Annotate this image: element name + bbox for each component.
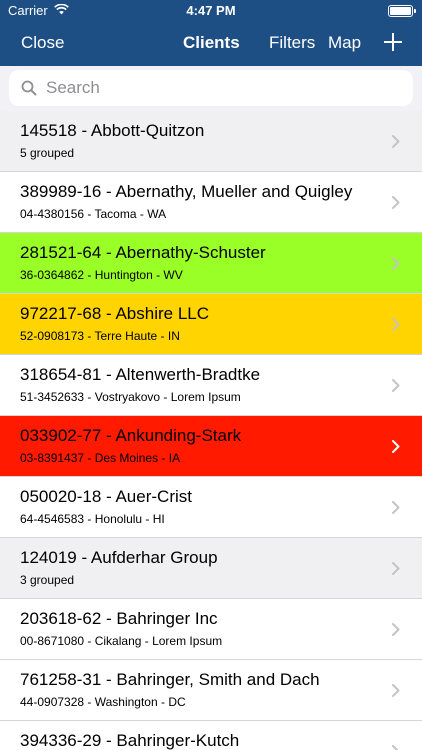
list-item[interactable]: 033902-77 - Ankunding-Stark 03-8391437 - … bbox=[0, 416, 422, 477]
battery-icon bbox=[388, 5, 416, 17]
search-box[interactable] bbox=[9, 70, 413, 106]
search-input[interactable] bbox=[46, 70, 406, 106]
chevron-right-icon bbox=[392, 745, 400, 750]
chevron-right-icon bbox=[392, 684, 400, 697]
list-item[interactable]: 318654-81 - Altenwerth-Bradtke 51-3452633… bbox=[0, 355, 422, 416]
close-button[interactable]: Close bbox=[21, 33, 64, 53]
list-item[interactable]: 124019 - Aufderhar Group 3 grouped bbox=[0, 538, 422, 599]
list-item[interactable]: 972217-68 - Abshire LLC 52-0908173 - Terr… bbox=[0, 294, 422, 355]
client-title: 050020-18 - Auer-Crist bbox=[20, 487, 192, 506]
client-subtitle: 00-8671080 - Cikalang - Lorem Ipsum bbox=[20, 634, 223, 648]
client-subtitle: 36-0364862 - Huntington - WV bbox=[20, 268, 183, 282]
chevron-right-icon bbox=[392, 135, 400, 148]
add-icon[interactable] bbox=[384, 32, 402, 52]
client-subtitle: 3 grouped bbox=[20, 573, 75, 587]
client-subtitle: 04-4380156 - Tacoma - WA bbox=[20, 207, 167, 221]
list-item[interactable]: 394336-29 - Bahringer-Kutch bbox=[0, 721, 422, 750]
client-subtitle: 44-0907328 - Washington - DC bbox=[20, 695, 186, 709]
filters-button[interactable]: Filters bbox=[269, 33, 315, 53]
list-item[interactable]: 145518 - Abbott-Quitzon 5 grouped bbox=[0, 111, 422, 172]
chevron-right-icon bbox=[392, 440, 400, 453]
status-time: 4:47 PM bbox=[186, 3, 236, 18]
client-title: 761258-31 - Bahringer, Smith and Dach bbox=[20, 670, 320, 689]
client-list: 145518 - Abbott-Quitzon 5 grouped 389989-1… bbox=[0, 111, 422, 750]
map-button[interactable]: Map bbox=[328, 33, 361, 53]
client-subtitle: 64-4546583 - Honolulu - HI bbox=[20, 512, 165, 526]
client-title: 033902-77 - Ankunding-Stark bbox=[20, 426, 242, 445]
nav-bar: Close Clients Filters Map bbox=[0, 22, 422, 66]
client-title: 318654-81 - Altenwerth-Bradtke bbox=[20, 365, 261, 384]
client-subtitle: 52-0908173 - Terre Haute - IN bbox=[20, 329, 180, 343]
chevron-right-icon bbox=[392, 623, 400, 636]
client-title: 389989-16 - Abernathy, Mueller and Quigl… bbox=[20, 182, 353, 201]
list-item[interactable]: 389989-16 - Abernathy, Mueller and Quigl… bbox=[0, 172, 422, 233]
chevron-right-icon bbox=[392, 318, 400, 331]
chevron-right-icon bbox=[392, 257, 400, 270]
chevron-right-icon bbox=[392, 379, 400, 392]
client-subtitle: 5 grouped bbox=[20, 146, 75, 160]
chevron-right-icon bbox=[392, 562, 400, 575]
page-title: Clients bbox=[183, 33, 240, 52]
chevron-right-icon bbox=[392, 196, 400, 209]
client-subtitle: 51-3452633 - Vostryakovo - Lorem Ipsum bbox=[20, 390, 241, 404]
search-icon bbox=[21, 80, 37, 96]
list-item[interactable]: 050020-18 - Auer-Crist 64-4546583 - Honol… bbox=[0, 477, 422, 538]
header: Carrier 4:47 PM Close Clients Filters Ma… bbox=[0, 0, 422, 66]
client-title: 124019 - Aufderhar Group bbox=[20, 548, 218, 567]
client-title: 972217-68 - Abshire LLC bbox=[20, 304, 210, 323]
client-title: 203618-62 - Bahringer Inc bbox=[20, 609, 218, 628]
client-title: 281521-64 - Abernathy-Schuster bbox=[20, 243, 266, 262]
list-item[interactable]: 281521-64 - Abernathy-Schuster 36-0364862… bbox=[0, 233, 422, 294]
list-item[interactable]: 761258-31 - Bahringer, Smith and Dach 44-… bbox=[0, 660, 422, 721]
list-item[interactable]: 203618-62 - Bahringer Inc 00-8671080 - Ci… bbox=[0, 599, 422, 660]
client-title: 145518 - Abbott-Quitzon bbox=[20, 121, 205, 140]
chevron-right-icon bbox=[392, 501, 400, 514]
status-bar: Carrier 4:47 PM bbox=[0, 0, 422, 22]
client-title: 394336-29 - Bahringer-Kutch bbox=[20, 731, 240, 750]
client-subtitle: 03-8391437 - Des Moines - IA bbox=[20, 451, 181, 465]
